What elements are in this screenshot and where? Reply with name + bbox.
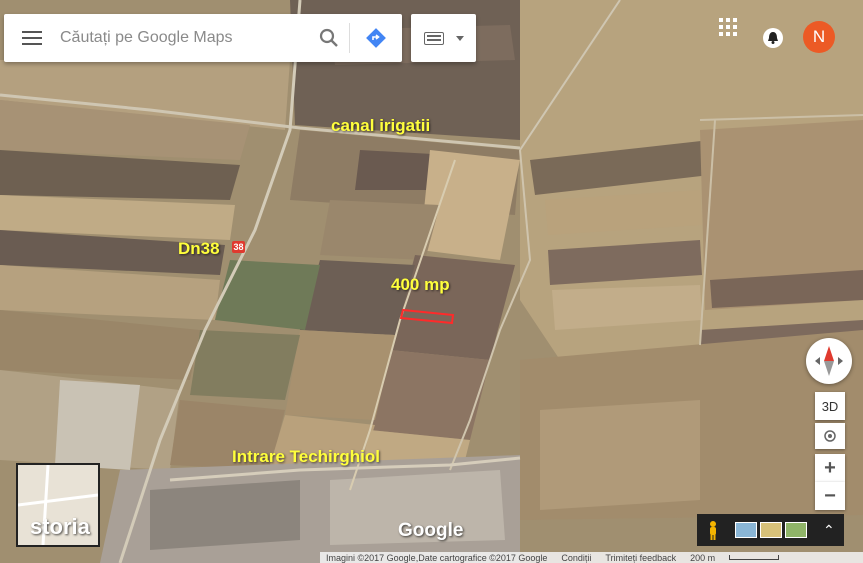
location-icon [824, 430, 836, 442]
attribution-bar: Imagini ©2017 Google,Date cartografice ©… [320, 552, 863, 563]
plot-label: 400 mp [391, 275, 450, 294]
map-thumb-3[interactable] [785, 522, 807, 538]
bottom-panel: ⌃ [697, 514, 844, 546]
menu-button[interactable] [4, 14, 60, 62]
chevron-down-icon [455, 35, 464, 41]
compass-control[interactable] [806, 338, 852, 384]
tilt-3d-button[interactable]: 3D [815, 392, 845, 420]
storia-watermark: storia [30, 514, 90, 539]
keyboard-icon [423, 31, 444, 45]
compass-icon [815, 346, 843, 376]
imagery-credit: Imagini ©2017 Google,Date cartografice ©… [326, 552, 548, 563]
road-shield: 38 [232, 241, 245, 253]
apps-grid-icon[interactable] [719, 18, 737, 36]
road-label: Dn38 [178, 239, 220, 258]
directions-icon [366, 28, 386, 48]
input-tools-button[interactable] [411, 14, 476, 62]
scale-label: 200 m [690, 552, 716, 563]
search-input[interactable]: Căutați pe Google Maps [60, 29, 309, 47]
hamburger-icon [22, 31, 42, 45]
canal-label: canal irigatii [331, 116, 431, 135]
bell-icon[interactable] [762, 27, 784, 49]
search-icon [319, 28, 338, 47]
expand-button[interactable]: ⌃ [823, 522, 835, 539]
google-logo: Google [398, 520, 464, 541]
zoom-out-button[interactable]: − [815, 482, 845, 510]
map-thumb-2[interactable] [760, 522, 782, 538]
avatar[interactable]: N [803, 21, 835, 53]
map-thumb-1[interactable] [735, 522, 757, 538]
my-location-button[interactable] [815, 423, 845, 449]
scale-bar [729, 555, 780, 560]
pegman-icon[interactable] [707, 520, 719, 540]
terms-link[interactable]: Condiții [561, 553, 591, 563]
search-button[interactable] [309, 14, 349, 62]
zoom-in-button[interactable]: + [815, 454, 845, 482]
entrance-label: Intrare Techirghiol [232, 447, 380, 466]
feedback-link[interactable]: Trimiteți feedback [605, 553, 676, 563]
directions-button[interactable] [350, 14, 402, 62]
search-box[interactable]: Căutați pe Google Maps [4, 14, 402, 62]
